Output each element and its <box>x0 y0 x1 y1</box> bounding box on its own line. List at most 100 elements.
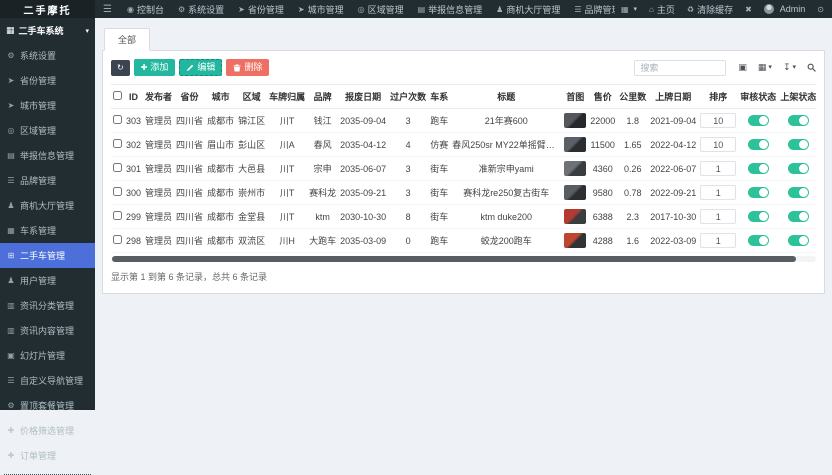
shelf-toggle[interactable] <box>788 139 809 150</box>
shelf-toggle[interactable] <box>788 211 809 222</box>
sidebar-toggle-button[interactable]: ☰ <box>95 0 120 18</box>
sidebar-item-举报信息管理[interactable]: ▤举报信息管理 <box>0 143 95 168</box>
sidebar-header[interactable]: ▦ 二手车系统 ▾ <box>0 18 95 43</box>
sidebar-item-label: 订单管理 <box>20 449 56 462</box>
row-checkbox[interactable] <box>113 187 122 196</box>
audit-toggle[interactable] <box>748 211 769 222</box>
fullscreen-button[interactable]: ✖ <box>739 5 758 14</box>
cell-mileage: 1.6 <box>617 229 648 253</box>
user-menu[interactable]: Admin <box>758 4 812 14</box>
cell-scrap_date: 2035-03-09 <box>338 229 388 253</box>
refresh-button[interactable]: ↻ <box>111 60 130 76</box>
cell-audit <box>738 157 778 181</box>
export-dropdown-button[interactable]: ↧▾ <box>783 63 796 72</box>
sort-input[interactable] <box>700 185 736 200</box>
image-icon: ▣ <box>6 351 16 360</box>
nav-item-城市管理[interactable]: ➤城市管理 <box>291 0 351 18</box>
chevron-down-icon: ▾ <box>792 64 796 71</box>
clear-cache-link[interactable]: ♻ 清除缓存 <box>681 3 739 16</box>
row-checkbox[interactable] <box>113 163 122 172</box>
nav-item-系统设置[interactable]: ⚙系统设置 <box>171 0 231 18</box>
cell-id: 300 <box>124 181 143 205</box>
nav-item-品牌管理[interactable]: ☰品牌管理 <box>567 0 615 18</box>
toggle-knob <box>759 188 768 197</box>
shelf-toggle[interactable] <box>788 187 809 198</box>
sidebar-item-用户管理[interactable]: ♟用户管理 <box>0 268 95 293</box>
paging-toggle-button[interactable]: ▣ <box>738 63 747 72</box>
search-input[interactable] <box>634 60 726 76</box>
edit-button[interactable]: 编辑 <box>179 59 222 76</box>
nav-item-区域管理[interactable]: ◎区域管理 <box>351 0 411 18</box>
sidebar-item-资讯内容管理[interactable]: ▥资讯内容管理 <box>0 318 95 343</box>
audit-toggle[interactable] <box>748 235 769 246</box>
cell-scrap_date: 2035-09-21 <box>338 181 388 205</box>
cell-city: 成都市 <box>205 157 236 181</box>
shelf-toggle[interactable] <box>788 235 809 246</box>
row-checkbox[interactable] <box>113 235 122 244</box>
sidebar-item-车系管理[interactable]: ▦车系管理 <box>0 218 95 243</box>
listing-card: ↻ ✚ 添加 编辑 删除 ▣ <box>102 51 825 294</box>
cell-mileage: 2.3 <box>617 205 648 229</box>
nav-item-商机大厅管理[interactable]: ♟商机大厅管理 <box>489 0 567 18</box>
search-icon-button[interactable] <box>807 63 816 72</box>
cell-sort <box>698 133 738 157</box>
column-header-check <box>111 85 124 109</box>
sidebar-item-自定义导航管理[interactable]: ☰自定义导航管理 <box>0 368 95 393</box>
audit-toggle[interactable] <box>748 163 769 174</box>
cell-city: 眉山市 <box>205 133 236 157</box>
nav-item-省份管理[interactable]: ➤省份管理 <box>231 0 291 18</box>
add-button[interactable]: ✚ 添加 <box>134 59 176 76</box>
cell-sort <box>698 157 738 181</box>
row-checkbox[interactable] <box>113 211 122 220</box>
tab-all[interactable]: 全部 <box>104 28 150 51</box>
sort-input[interactable] <box>700 113 736 128</box>
sidebar-item-置顶套餐管理[interactable]: ⚙置顶套餐管理 <box>0 393 95 418</box>
sort-input[interactable] <box>700 209 736 224</box>
row-checkbox[interactable] <box>113 115 122 124</box>
audit-toggle[interactable] <box>748 139 769 150</box>
sidebar-item-商机大厅管理[interactable]: ♟商机大厅管理 <box>0 193 95 218</box>
sidebar-item-城市管理[interactable]: ➤城市管理 <box>0 93 95 118</box>
cell-transfers: 3 <box>388 181 428 205</box>
refresh-icon: ↻ <box>117 64 124 72</box>
cell-price: 22000 <box>588 109 617 133</box>
table-row: 300管理员四川省成都市崇州市川T赛科龙2035-09-213街车赛科龙re25… <box>111 181 816 205</box>
grid-icon: ▦ <box>6 226 16 235</box>
cell-title: 21年赛600 <box>450 109 562 133</box>
user-icon: ♟ <box>6 201 16 210</box>
cell-brand: 大跑车 <box>307 229 338 253</box>
row-checkbox[interactable] <box>113 139 122 148</box>
cell-plate: 川T <box>267 205 307 229</box>
sidebar-item-资讯分类管理[interactable]: ▥资讯分类管理 <box>0 293 95 318</box>
shelf-toggle[interactable] <box>788 163 809 174</box>
table-wrapper: ID发布者省份城市区域车牌归属品牌报废日期过户次数车系标题首图售价公里数上牌日期… <box>111 84 816 253</box>
sort-input[interactable] <box>700 137 736 152</box>
sidebar-item-省份管理[interactable]: ➤省份管理 <box>0 68 95 93</box>
audit-toggle[interactable] <box>748 115 769 126</box>
home-link[interactable]: ⌂ 主页 <box>643 3 681 16</box>
sidebar-item-label: 举报信息管理 <box>20 149 74 162</box>
sidebar-item-区域管理[interactable]: ◎区域管理 <box>0 118 95 143</box>
sort-input[interactable] <box>700 161 736 176</box>
scrollbar-thumb[interactable] <box>112 256 796 262</box>
sidebar-item-订单管理[interactable]: ✚订单管理 <box>0 443 95 468</box>
cell-id: 303 <box>124 109 143 133</box>
sidebar-item-价格筛选管理[interactable]: ✚价格筛选管理 <box>0 418 95 443</box>
nav-item-举报信息管理[interactable]: ▤举报信息管理 <box>411 0 490 18</box>
nav-item-控制台[interactable]: ◉控制台 <box>120 0 171 18</box>
columns-dropdown-button[interactable]: ▦▾ <box>758 63 772 72</box>
sidebar-item-系统设置[interactable]: ⚙系统设置 <box>0 43 95 68</box>
sort-input[interactable] <box>700 233 736 248</box>
logout-button[interactable]: ⊙ <box>811 5 830 14</box>
gears-icon: ⚙ <box>178 5 185 14</box>
audit-toggle[interactable] <box>748 187 769 198</box>
more-menus-dropdown[interactable]: ▦ ▾ <box>615 5 643 14</box>
nav-item-label: 控制台 <box>137 3 164 16</box>
sidebar-item-二手车管理[interactable]: ⊞二手车管理 <box>0 243 95 268</box>
select-all-checkbox[interactable] <box>113 91 122 100</box>
sidebar-item-品牌管理[interactable]: ☰品牌管理 <box>0 168 95 193</box>
delete-button[interactable]: 删除 <box>226 59 269 76</box>
shelf-toggle[interactable] <box>788 115 809 126</box>
sidebar-item-幻灯片管理[interactable]: ▣幻灯片管理 <box>0 343 95 368</box>
column-header-reg_date: 上牌日期 <box>648 85 698 109</box>
